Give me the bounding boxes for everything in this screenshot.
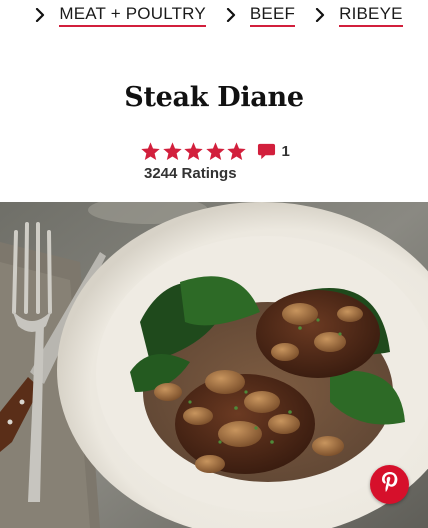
recipe-title: Steak Diane [124,82,304,114]
breadcrumb-link-ribeye[interactable]: RIBEYE [339,4,403,27]
pinterest-share-button[interactable] [370,465,409,504]
rating-summary[interactable]: 1 [140,138,290,164]
review-count[interactable]: 1 [282,143,290,160]
star-icon [205,141,226,162]
ratings-count-label: 3244 Ratings [144,165,237,182]
star-icon [162,141,183,162]
chevron-right-icon [220,4,242,26]
star-icon [183,141,204,162]
breadcrumb: MEAT + POULTRY BEEF RIBEYE [0,0,428,30]
comment-icon[interactable] [257,142,276,161]
chevron-right-icon [29,4,51,26]
pinterest-icon [380,471,400,498]
breadcrumb-link-beef[interactable]: BEEF [249,4,296,27]
recipe-photo [0,202,428,528]
star-icon [140,141,161,162]
breadcrumb-link-meat-poultry[interactable]: MEAT + POULTRY [59,4,206,27]
chevron-right-icon [309,4,331,26]
star-icon [226,141,247,162]
